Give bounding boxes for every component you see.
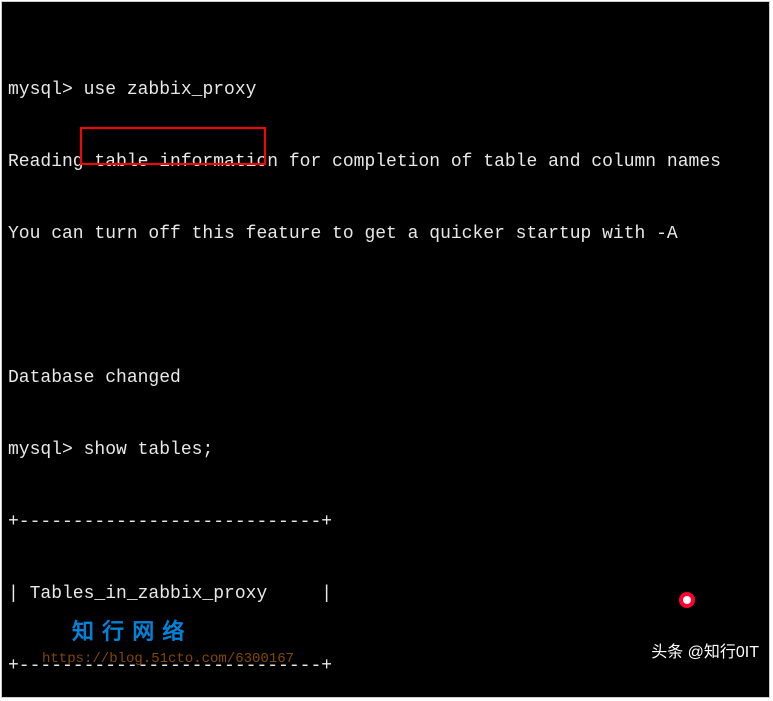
- prompt-line-1[interactable]: mysql> use zabbix_proxy: [8, 78, 763, 102]
- table-hrule: +----------------------------+: [8, 510, 763, 534]
- prompt-text: mysql>: [8, 80, 73, 100]
- prompt-text: mysql>: [8, 440, 73, 460]
- terminal-window[interactable]: mysql> use zabbix_proxy Reading table in…: [1, 1, 770, 698]
- output-line: Database changed: [8, 366, 763, 390]
- footer-watermark: 头条 @知行0IT: [633, 543, 759, 689]
- watermark-overlay-url: https://blog.51cto.com/6300167: [42, 647, 294, 671]
- output-line: You can turn off this feature to get a q…: [8, 222, 763, 246]
- toutiao-icon: [651, 567, 696, 641]
- watermark-overlay-text: 知 行 网 络: [72, 620, 185, 644]
- blank-line: [8, 294, 763, 318]
- command-2: show tables;: [84, 440, 214, 460]
- prompt-line-2[interactable]: mysql> show tables;: [8, 438, 763, 462]
- command-1: use zabbix_proxy: [84, 80, 257, 100]
- output-line: Reading table information for completion…: [8, 150, 763, 174]
- footer-text: 头条 @知行0IT: [651, 644, 759, 661]
